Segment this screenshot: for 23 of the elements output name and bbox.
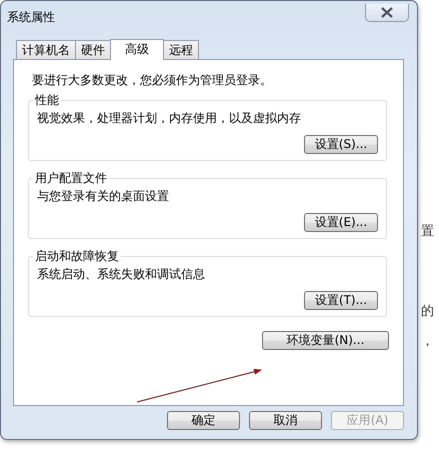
- group-title: 性能: [34, 92, 60, 109]
- group-title: 启动和故障恢复: [34, 248, 120, 265]
- close-button[interactable]: [365, 4, 409, 22]
- settings-button[interactable]: 设置(E)...: [304, 213, 378, 232]
- group-title: 用户配置文件: [34, 170, 108, 187]
- background-text: 的: [421, 303, 435, 320]
- tab[interactable]: 远程: [163, 40, 199, 59]
- background-text: 置: [421, 223, 435, 240]
- group-description: 视觉效果，处理器计划，内存使用，以及虚拟内存: [37, 110, 302, 127]
- notice-text: 要进行大多数更改，您必须作为管理员登录。: [32, 72, 273, 89]
- group-description: 与您登录有关的桌面设置: [37, 188, 170, 205]
- tab[interactable]: 计算机名: [16, 40, 76, 59]
- environment-variables-button[interactable]: 环境变量(N)...: [262, 331, 389, 350]
- dialog-button[interactable]: 取消: [249, 411, 322, 430]
- tab[interactable]: 硬件: [75, 40, 111, 59]
- group-description: 系统启动、系统失败和调试信息: [37, 266, 206, 283]
- settings-button[interactable]: 设置(T)...: [304, 291, 378, 310]
- tab[interactable]: 高级: [110, 39, 164, 60]
- dialog-button[interactable]: 确定: [167, 411, 240, 430]
- settings-button[interactable]: 设置(S)...: [304, 135, 378, 154]
- close-icon: [380, 7, 394, 18]
- window-title: 系统属性: [7, 9, 55, 26]
- background-text: ，: [421, 333, 435, 350]
